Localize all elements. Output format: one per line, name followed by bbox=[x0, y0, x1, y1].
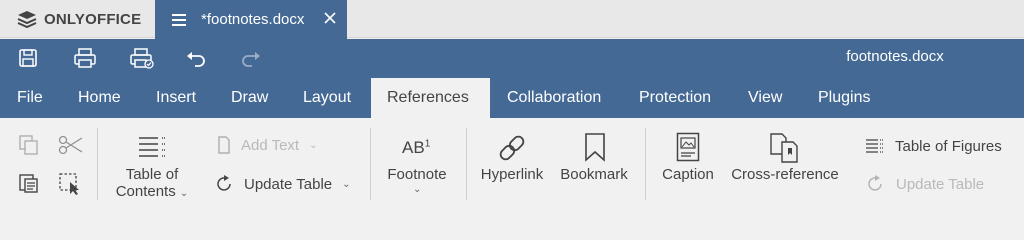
print-icon[interactable] bbox=[73, 47, 97, 69]
hyperlink-button[interactable]: Hyperlink bbox=[476, 128, 548, 206]
select-all-icon[interactable] bbox=[58, 172, 82, 196]
chevron-down-icon: ⌄ bbox=[309, 139, 318, 151]
redo-icon[interactable] bbox=[240, 47, 262, 69]
hamburger-menu-icon[interactable] bbox=[170, 13, 188, 27]
table-of-contents-icon bbox=[139, 137, 165, 157]
document-tab[interactable]: *footnotes.docx bbox=[155, 0, 347, 39]
chevron-down-icon: ⌄ bbox=[413, 184, 422, 195]
document-title: footnotes.docx bbox=[846, 48, 944, 65]
main-menu: File Home Insert Draw Layout References … bbox=[0, 78, 1024, 118]
cut-icon[interactable] bbox=[58, 134, 84, 156]
refresh-icon bbox=[217, 175, 231, 191]
cross-reference-button[interactable]: Cross-reference bbox=[728, 128, 842, 206]
table-of-figures-label: Table of Figures bbox=[895, 137, 1002, 155]
tab-view[interactable]: View bbox=[748, 78, 782, 118]
caption-label: Caption bbox=[662, 166, 714, 183]
hyperlink-icon bbox=[499, 135, 525, 161]
add-text-button[interactable]: Add Text ⌄ bbox=[217, 134, 318, 156]
close-icon[interactable] bbox=[323, 11, 337, 25]
quick-print-icon[interactable] bbox=[129, 47, 155, 69]
app-window: ONLYOFFICE *footnotes.docx footnotes.doc… bbox=[0, 0, 1024, 210]
bookmark-label: Bookmark bbox=[560, 166, 628, 183]
refresh-icon bbox=[868, 175, 882, 191]
separator bbox=[466, 128, 467, 200]
tab-protection[interactable]: Protection bbox=[639, 78, 711, 118]
table-of-figures-button[interactable]: Table of Figures bbox=[866, 136, 1002, 156]
tab-draw[interactable]: Draw bbox=[231, 78, 268, 118]
table-of-figures-icon bbox=[866, 139, 884, 153]
footnote-icon: AB1 bbox=[402, 138, 430, 158]
table-of-contents-label-2: Contents bbox=[115, 183, 176, 200]
onlyoffice-logo-icon bbox=[17, 11, 37, 28]
table-of-contents-button[interactable]: Table of Contents ⌄ bbox=[104, 128, 200, 206]
footnote-button[interactable]: AB1 Footnote ⌄ bbox=[378, 128, 456, 206]
footnote-icon-sup: 1 bbox=[424, 138, 431, 150]
update-table-figures-label: Update Table bbox=[896, 175, 985, 193]
update-table-button[interactable]: Update Table ⌄ bbox=[214, 173, 351, 195]
caption-icon bbox=[676, 132, 700, 162]
caption-button[interactable]: Caption bbox=[656, 128, 720, 206]
brand: ONLYOFFICE bbox=[0, 0, 155, 38]
tab-file[interactable]: File bbox=[17, 78, 43, 118]
tab-collaboration[interactable]: Collaboration bbox=[507, 78, 601, 118]
copy-icon[interactable] bbox=[18, 134, 40, 156]
references-toolbar: Table of Contents ⌄ Add Text ⌄ Update Ta… bbox=[0, 118, 1024, 210]
undo-icon[interactable] bbox=[185, 47, 207, 69]
cross-reference-label: Cross-reference bbox=[731, 166, 839, 183]
bookmark-icon bbox=[585, 133, 605, 162]
separator bbox=[370, 128, 371, 200]
add-text-label: Add Text bbox=[241, 136, 300, 154]
paste-icon[interactable] bbox=[18, 172, 40, 194]
update-table-label: Update Table bbox=[244, 175, 333, 193]
tab-references[interactable]: References bbox=[371, 78, 490, 118]
tab-layout[interactable]: Layout bbox=[303, 78, 351, 118]
chevron-down-icon: ⌄ bbox=[342, 178, 351, 190]
cross-reference-icon bbox=[770, 133, 798, 163]
separator bbox=[97, 128, 98, 200]
tab-plugins[interactable]: Plugins bbox=[818, 78, 870, 118]
hyperlink-label: Hyperlink bbox=[480, 166, 544, 183]
separator bbox=[645, 128, 646, 200]
document-tab-title: *footnotes.docx bbox=[201, 11, 305, 28]
save-icon[interactable] bbox=[17, 47, 39, 69]
tab-strip: ONLYOFFICE *footnotes.docx bbox=[0, 0, 1024, 39]
footnote-icon-text: AB bbox=[402, 138, 425, 157]
table-of-contents-label-1: Table of bbox=[125, 166, 179, 183]
bookmark-button[interactable]: Bookmark bbox=[556, 128, 632, 206]
tab-home[interactable]: Home bbox=[78, 78, 121, 118]
chevron-down-icon: ⌄ bbox=[179, 188, 189, 199]
tab-insert[interactable]: Insert bbox=[156, 78, 196, 118]
add-text-icon bbox=[218, 136, 230, 154]
footnote-label: Footnote bbox=[387, 166, 447, 183]
header-bar: footnotes.docx File Home Insert Draw Lay… bbox=[0, 39, 1024, 118]
update-table-figures-button[interactable]: Update Table bbox=[865, 174, 984, 194]
brand-name: ONLYOFFICE bbox=[44, 10, 142, 28]
